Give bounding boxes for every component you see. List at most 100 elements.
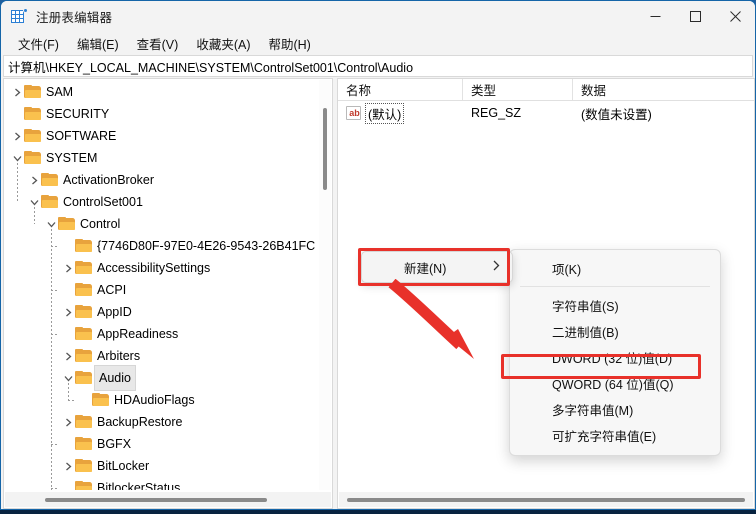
value-type-cell: REG_SZ	[471, 106, 522, 120]
maximize-button[interactable]	[675, 1, 715, 31]
tree-node-label: AppID	[97, 305, 132, 319]
value-name-text: (默认)	[364, 102, 405, 124]
menu-favorites[interactable]: 收藏夹(A)	[187, 32, 259, 55]
tree-node[interactable]: AccessibilitySettings	[4, 257, 318, 279]
menu-view[interactable]: 查看(V)	[128, 32, 188, 55]
tree-node[interactable]: SYSTEM	[4, 147, 318, 169]
menu-new-multistring[interactable]: 多字符串值(M)	[510, 396, 720, 422]
context-menu-new[interactable]: 新建(N)	[361, 251, 513, 283]
tree-node-label: BGFX	[97, 437, 132, 451]
folder-icon	[24, 151, 41, 165]
tree-node[interactable]: ACPI	[4, 279, 318, 301]
menu-edit[interactable]: 编辑(E)	[68, 32, 128, 55]
chevron-right-icon[interactable]	[10, 125, 24, 147]
tree-node-label: Audio	[94, 365, 136, 391]
tree-hscroll-thumb[interactable]	[45, 498, 267, 502]
context-submenu-new-types: 项(K) 字符串值(S) 二进制值(B) DWORD (32 位)值(D) QW…	[509, 249, 721, 456]
table-row[interactable]: ab (默认) REG_SZ (数值未设置)	[338, 101, 754, 125]
menu-new-qword64[interactable]: QWORD (64 位)值(Q)	[510, 370, 720, 396]
tree-node[interactable]: SOFTWARE	[4, 125, 318, 147]
tree-node[interactable]: BackupRestore	[4, 411, 318, 433]
chevron-right-icon[interactable]	[61, 411, 75, 433]
tree-node-label: SECURITY	[46, 107, 110, 121]
value-name-cell[interactable]: ab (默认)	[338, 102, 463, 124]
tree-node[interactable]: SECURITY	[4, 103, 318, 125]
folder-icon	[75, 305, 92, 319]
column-name[interactable]: 名称	[338, 79, 463, 100]
tree-node[interactable]: ControlSet001	[4, 191, 318, 213]
chevron-right-icon[interactable]	[61, 257, 75, 279]
tree-node-label: BitlockerStatus	[97, 481, 181, 490]
address-bar[interactable]: 计算机\HKEY_LOCAL_MACHINE\SYSTEM\ControlSet…	[3, 55, 753, 77]
registry-grid-icon	[11, 8, 28, 24]
chevron-down-icon[interactable]	[61, 367, 75, 389]
folder-icon	[92, 393, 109, 407]
tree-node[interactable]: BitlockerStatus	[4, 477, 318, 490]
tree-node-label: ACPI	[97, 283, 127, 297]
menu-file[interactable]: 文件(F)	[9, 32, 68, 55]
tree-node[interactable]: SAM	[4, 81, 318, 103]
folder-icon	[75, 327, 92, 341]
registry-editor-window: 注册表编辑器 文件(F) 编辑(E) 查看(V) 收藏夹(A) 帮助(H) 计算…	[0, 0, 756, 510]
tree-node-label: SOFTWARE	[46, 129, 117, 143]
column-data[interactable]: 数据	[573, 79, 754, 100]
tree-node[interactable]: Control	[4, 213, 318, 235]
menu-bar: 文件(F) 编辑(E) 查看(V) 收藏夹(A) 帮助(H)	[1, 31, 755, 55]
folder-icon	[75, 437, 92, 451]
tree-node[interactable]: BitLocker	[4, 455, 318, 477]
close-button[interactable]	[715, 1, 755, 31]
tree-vscroll-thumb[interactable]	[323, 108, 327, 190]
chevron-right-icon[interactable]	[61, 345, 75, 367]
column-type[interactable]: 类型	[463, 79, 573, 100]
tree-horizontal-scrollbar[interactable]	[5, 492, 331, 507]
context-menu-new-label: 新建(N)	[404, 261, 447, 276]
window-controls	[635, 1, 755, 31]
folder-icon	[75, 283, 92, 297]
tree-node-label: Arbiters	[97, 349, 141, 363]
registry-tree-pane: SAM SECURITY SOFTWARE SYSTEM ActivationBroke…	[3, 78, 333, 509]
menu-new-expandstring[interactable]: 可扩充字符串值(E)	[510, 422, 720, 448]
tree-node-label: Control	[80, 217, 121, 231]
menu-help[interactable]: 帮助(H)	[259, 32, 319, 55]
values-rows: ab (默认) REG_SZ (数值未设置)	[338, 101, 754, 125]
menu-new-string[interactable]: 字符串值(S)	[510, 292, 720, 318]
window-title: 注册表编辑器	[36, 10, 113, 25]
tree-node[interactable]: AppID	[4, 301, 318, 323]
ab-string-icon: ab	[346, 106, 361, 120]
tree-node-label: {7746D80F-97E0-4E26-9543-26B41FC	[97, 239, 316, 253]
tree-node[interactable]: AppReadiness	[4, 323, 318, 345]
tree-node[interactable]: ActivationBroker	[4, 169, 318, 191]
desktop-background: 注册表编辑器 文件(F) 编辑(E) 查看(V) 收藏夹(A) 帮助(H) 计算…	[0, 0, 756, 514]
tree-vertical-scrollbar[interactable]	[319, 80, 331, 490]
folder-icon	[75, 371, 92, 385]
chevron-right-icon[interactable]	[10, 81, 24, 103]
values-horizontal-scrollbar[interactable]	[339, 492, 753, 507]
folder-icon	[75, 349, 92, 363]
tree-node-label: SYSTEM	[46, 151, 98, 165]
folder-icon	[75, 459, 92, 473]
folder-icon	[75, 261, 92, 275]
tree-node[interactable]: HDAudioFlags	[4, 389, 318, 411]
chevron-right-icon[interactable]	[61, 301, 75, 323]
chevron-down-icon[interactable]	[44, 213, 58, 235]
tree-node[interactable]: Arbiters	[4, 345, 318, 367]
tree-node[interactable]: BGFX	[4, 433, 318, 455]
tree-node[interactable]: Audio	[4, 365, 318, 391]
folder-icon	[75, 239, 92, 253]
menu-new-binary[interactable]: 二进制值(B)	[510, 318, 720, 344]
folder-icon	[41, 173, 58, 187]
menu-new-dword32[interactable]: DWORD (32 位)值(D)	[510, 344, 720, 370]
values-column-header: 名称 类型 数据	[338, 79, 754, 101]
menu-new-key[interactable]: 项(K)	[510, 255, 720, 281]
chevron-right-icon[interactable]	[27, 169, 41, 191]
folder-icon	[41, 195, 58, 209]
chevron-right-icon[interactable]	[61, 455, 75, 477]
chevron-down-icon[interactable]	[10, 147, 24, 169]
values-hscroll-thumb[interactable]	[347, 498, 745, 502]
tree-node-label: SAM	[46, 85, 74, 99]
minimize-button[interactable]	[635, 1, 675, 31]
chevron-right-icon	[493, 260, 500, 274]
chevron-down-icon[interactable]	[27, 191, 41, 213]
menu-separator	[520, 286, 710, 287]
tree-node[interactable]: {7746D80F-97E0-4E26-9543-26B41FC	[4, 235, 318, 257]
